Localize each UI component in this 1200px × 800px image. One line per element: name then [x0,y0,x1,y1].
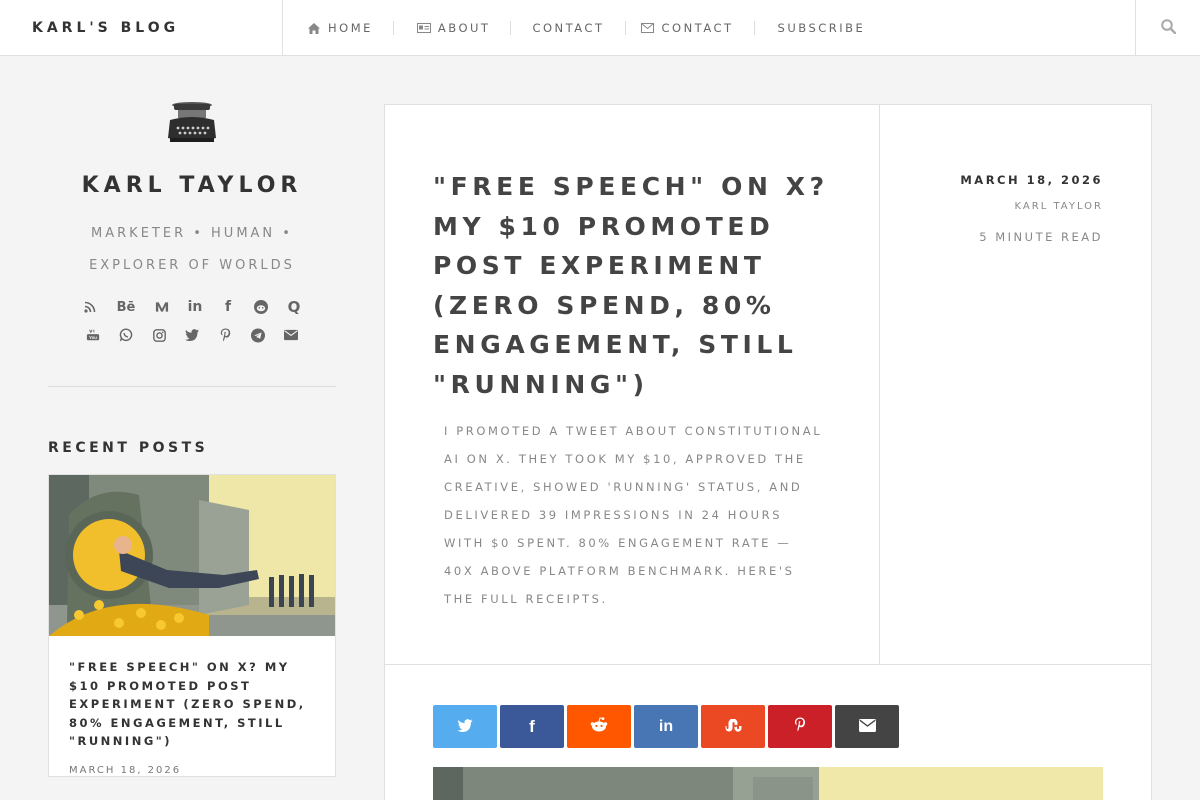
reddit-icon [590,717,608,736]
article-hero-image [433,767,1103,800]
facebook-icon: f [529,716,535,736]
share-twitter-button[interactable] [433,705,497,748]
post-read-time: 5 MINUTE READ [979,230,1103,244]
home-icon [307,22,321,34]
svg-text:You: You [89,335,97,340]
recent-post-date: MARCH 18, 2026 [69,764,182,776]
share-linkedin-button[interactable]: in [634,705,698,748]
author-name: KARL TAYLOR [81,173,303,198]
post-title: "FREE SPEECH" ON X? MY $10 PROMOTED POST… [433,172,829,399]
nav-contact-email[interactable]: CONTACT [624,0,754,56]
main-nav: HOME ABOUT CONTACT CONTACT SUBSCRIBE [283,0,885,56]
author-tagline: MARKETER • HUMAN • EXPLORER OF WORLDS [89,226,295,273]
post-author[interactable]: KARL TAYLOR [881,201,1103,212]
linkedin-icon: in [658,717,674,735]
stumbleupon-icon [724,717,742,736]
recent-post-card[interactable]: "FREE SPEECH" ON X? MY $10 PROMOTED POST… [48,474,336,777]
share-facebook-button[interactable]: f [500,705,564,748]
typewriter-logo-icon[interactable] [164,100,220,148]
email-icon[interactable] [284,328,298,342]
article-meta: MARCH 18, 2026 KARL TAYLOR 5 MINUTE READ [881,105,1151,664]
whatsapp-icon[interactable] [119,328,133,342]
site-brand[interactable]: KARL'S BLOG [0,0,283,56]
recent-post-image[interactable] [49,475,335,636]
share-buttons: f in [433,705,899,748]
sidebar-divider [48,386,336,387]
reddit-icon[interactable] [254,300,268,314]
nav-about[interactable]: ABOUT [392,0,511,56]
recent-post-title[interactable]: "FREE SPEECH" ON X? MY $10 PROMOTED POST… [69,658,315,751]
youtube-icon[interactable]: You [86,328,100,342]
article-header: "FREE SPEECH" ON X? MY $10 PROMOTED POST… [385,105,1151,665]
top-navbar: KARL'S BLOG HOME ABOUT CONTACT CONTACT S… [0,0,1200,56]
facebook-icon[interactable]: f [221,299,235,315]
share-stumbleupon-button[interactable] [701,705,765,748]
id-card-icon [416,22,431,34]
nav-subscribe[interactable]: SUBSCRIBE [753,0,886,56]
nav-home[interactable]: HOME [283,0,393,56]
post-date: MARCH 18, 2026 [960,173,1103,187]
pinterest-icon[interactable] [218,328,232,342]
share-pinterest-button[interactable] [768,705,832,748]
article-header-main: "FREE SPEECH" ON X? MY $10 PROMOTED POST… [385,105,880,664]
rss-icon[interactable] [83,300,97,314]
behance-icon[interactable]: Bē [116,300,136,315]
quora-icon[interactable]: Q [287,298,301,316]
post-excerpt: I PROMOTED A TWEET ABOUT CONSTITUTIONAL … [444,424,823,606]
nav-contact[interactable]: CONTACT [510,0,624,56]
social-links: Bē in f Q You [48,298,336,342]
telegram-icon[interactable] [251,328,265,342]
twitter-icon[interactable] [185,328,199,342]
sidebar: KARL TAYLOR MARKETER • HUMAN • EXPLORER … [48,100,336,777]
recent-posts-title: RECENT POSTS [48,440,209,456]
search-button[interactable] [1135,0,1200,56]
share-reddit-button[interactable] [567,705,631,748]
nav-subscribe-label: SUBSCRIBE [777,21,866,35]
nav-contact-label: CONTACT [532,21,605,35]
pinterest-icon [794,717,806,736]
article-card: "FREE SPEECH" ON X? MY $10 PROMOTED POST… [384,104,1152,800]
nav-home-label: HOME [328,21,373,35]
envelope-icon [641,22,655,34]
envelope-icon [858,717,876,736]
search-icon [1160,18,1176,38]
share-email-button[interactable] [835,705,899,748]
medium-icon[interactable] [155,300,169,314]
nav-about-label: ABOUT [437,21,491,35]
nav-contact-email-label: CONTACT [661,21,734,35]
linkedin-icon[interactable]: in [188,299,203,315]
recent-post-text: "FREE SPEECH" ON X? MY $10 PROMOTED POST… [49,636,335,776]
instagram-icon[interactable] [152,328,166,342]
twitter-icon [457,717,473,736]
